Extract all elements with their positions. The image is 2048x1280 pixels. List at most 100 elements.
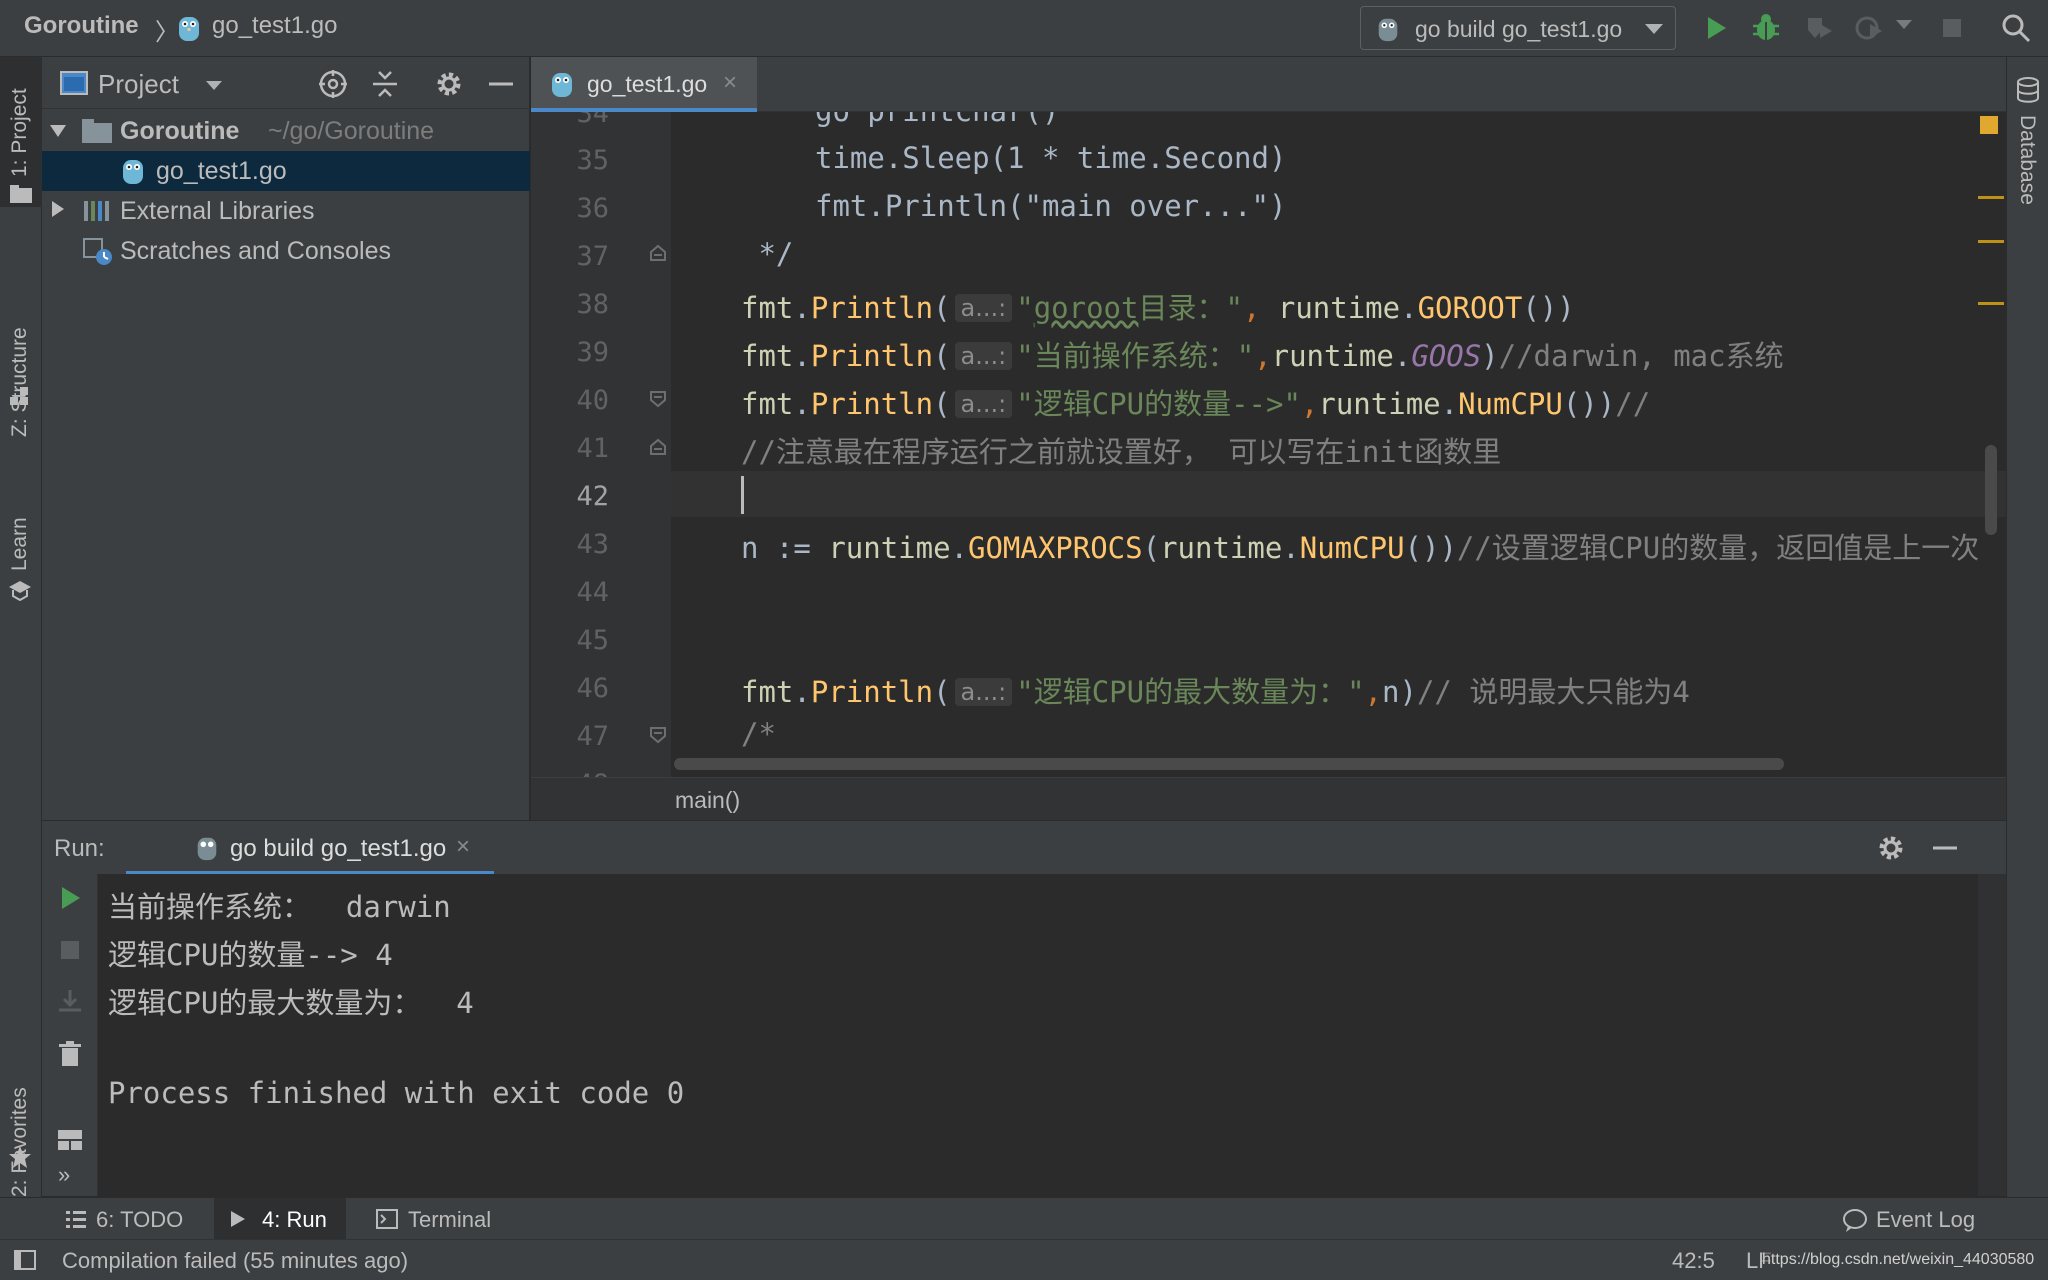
- warning-stripe[interactable]: [1978, 302, 2004, 305]
- code-token: GOROOT: [1417, 291, 1523, 325]
- line-number: 47: [576, 721, 609, 752]
- tree-item-project-root[interactable]: Goroutine ~/go/Goroutine: [42, 111, 530, 151]
- coverage-icon[interactable]: [1800, 10, 1836, 46]
- console-output-line: Process finished with exit code 0: [108, 1076, 685, 1110]
- code-comment: //注意最在程序运行之前就设置好， 可以写在init函数里: [741, 435, 1502, 469]
- line-number: 36: [576, 193, 609, 224]
- tree-item-external-libraries[interactable]: External Libraries: [42, 191, 530, 231]
- chevron-down-icon: [1645, 24, 1663, 34]
- search-icon[interactable]: [1998, 10, 2034, 46]
- minimize-icon[interactable]: [1930, 833, 1960, 863]
- code-token: fmt: [741, 339, 794, 373]
- folder-icon: [82, 119, 112, 143]
- breadcrumb-function[interactable]: main(): [675, 787, 740, 814]
- tree-item-go-file[interactable]: go_test1.go: [42, 151, 530, 191]
- layout-icon[interactable]: [56, 1126, 84, 1154]
- run-configuration-selector[interactable]: go build go_test1.go: [1360, 6, 1676, 50]
- terminal-icon: [376, 1209, 398, 1229]
- profile-icon[interactable]: [1852, 10, 1888, 46]
- tool-tab-project[interactable]: 1: Project: [0, 57, 42, 207]
- run-label: Run:: [54, 835, 105, 862]
- todo-button[interactable]: 6: TODO: [56, 1198, 196, 1240]
- chevron-down-icon[interactable]: [50, 125, 66, 137]
- event-log-button[interactable]: Event Log: [1840, 1198, 2000, 1240]
- run-toolbar: »: [42, 874, 98, 1196]
- fold-start-icon[interactable]: [649, 726, 667, 744]
- code-token: ": [1016, 291, 1034, 325]
- fold-start-icon[interactable]: [649, 390, 667, 408]
- code-token: 目录：": [1138, 291, 1243, 325]
- tool-tab-learn[interactable]: Learn: [0, 447, 42, 571]
- line-number: 45: [576, 625, 609, 656]
- code-line: n := runtime.GOMAXPROCS(runtime.NumCPU()…: [741, 531, 1980, 565]
- code-token: runtime: [1160, 531, 1283, 565]
- stop-icon[interactable]: [56, 936, 84, 964]
- code-token: fmt: [741, 291, 794, 325]
- breadcrumb-project[interactable]: Goroutine: [24, 12, 139, 40]
- rerun-icon[interactable]: [56, 884, 84, 912]
- fold-end-icon[interactable]: [649, 438, 667, 456]
- tool-tab-favorites[interactable]: 2: Favorites: [0, 1007, 42, 1207]
- collapse-icon[interactable]: [370, 69, 400, 99]
- current-line-highlight: [671, 471, 2006, 517]
- star-icon: [9, 1146, 31, 1168]
- tool-tab-favorites-label: 2: Favorites: [8, 1087, 31, 1197]
- project-tool-window: Project Goroutine ~/go/Goroutine go_test…: [42, 57, 530, 820]
- close-icon[interactable]: ×: [456, 833, 470, 861]
- warning-marker-icon[interactable]: [1980, 116, 1998, 134]
- line-number: 43: [576, 529, 609, 560]
- code-text: fmt.Println("main over..."): [815, 189, 1287, 223]
- chevron-right-icon[interactable]: [52, 201, 64, 217]
- run-tab[interactable]: go build go_test1.go ×: [126, 821, 494, 875]
- run-icon[interactable]: [1698, 10, 1734, 46]
- console-output-line: 逻辑CPU的最大数量为： 4: [108, 986, 474, 1020]
- fold-end-icon[interactable]: [649, 244, 667, 262]
- vertical-scrollbar[interactable]: [1985, 445, 1997, 535]
- toggle-tool-windows-icon[interactable]: [14, 1250, 36, 1270]
- breadcrumb-file[interactable]: go_test1.go: [212, 12, 337, 40]
- code-token: ,: [1242, 291, 1261, 325]
- code-line: time.Sleep(1 * time.Second): [815, 141, 1286, 175]
- tree-item-scratches[interactable]: Scratches and Consoles: [42, 231, 530, 271]
- more-icon[interactable]: »: [58, 1162, 70, 1188]
- status-message[interactable]: Compilation failed (55 minutes ago): [62, 1248, 408, 1274]
- close-icon[interactable]: ×: [723, 69, 737, 97]
- chevron-down-icon[interactable]: [206, 81, 222, 90]
- editor-tab-go-file[interactable]: go_test1.go ×: [531, 57, 757, 112]
- code-token: "逻辑CPU的最大数量为：": [1016, 675, 1365, 709]
- stop-icon[interactable]: [1934, 10, 1970, 46]
- parameter-hint: a...:: [954, 294, 1013, 322]
- locate-icon[interactable]: [318, 69, 348, 99]
- gopher-file-icon: [123, 160, 143, 184]
- code-token: ()): [1522, 291, 1575, 325]
- line-number: 46: [576, 673, 609, 704]
- code-token: runtime: [1277, 291, 1401, 325]
- warning-stripe[interactable]: [1978, 240, 2004, 243]
- run-console: » 当前操作系统： darwin 逻辑CPU的数量--> 4 逻辑CPU的最大数…: [42, 874, 2006, 1196]
- warning-stripe[interactable]: [1978, 196, 2004, 199]
- code-comment: //: [1615, 387, 1651, 421]
- scroll-end-icon[interactable]: [56, 988, 84, 1016]
- code-token: GOOS: [1411, 339, 1482, 373]
- gopher-file-icon: [1378, 18, 1398, 42]
- gear-icon[interactable]: [1876, 833, 1906, 863]
- horizontal-scrollbar[interactable]: [674, 758, 1784, 770]
- gear-icon[interactable]: [434, 69, 464, 99]
- folder-icon: [10, 185, 32, 203]
- caret-position[interactable]: 42:5: [1672, 1248, 1715, 1274]
- trash-icon[interactable]: [56, 1040, 84, 1068]
- parameter-hint: a...:: [954, 678, 1013, 706]
- minimize-icon[interactable]: [486, 69, 516, 99]
- code-editor[interactable]: go printchar() time.Sleep(1 * time.Secon…: [671, 112, 2006, 777]
- chevron-down-icon[interactable]: [1896, 20, 1912, 29]
- code-token: runtime: [1271, 339, 1394, 373]
- terminal-button[interactable]: Terminal: [362, 1198, 512, 1240]
- run-tool-button[interactable]: 4: Run: [214, 1198, 346, 1240]
- editor-tab-bar: go_test1.go ×: [531, 57, 2006, 112]
- editor-gutter: 34 35 36 37 38 39 40 41 42 43 44 45 46 4…: [531, 112, 671, 777]
- console-scrollbar[interactable]: [1978, 874, 2006, 1196]
- tool-tab-database[interactable]: Database: [2015, 115, 2039, 205]
- debug-icon[interactable]: [1748, 10, 1784, 46]
- project-view-selector[interactable]: Project: [98, 69, 179, 100]
- code-token: ()): [1562, 387, 1616, 421]
